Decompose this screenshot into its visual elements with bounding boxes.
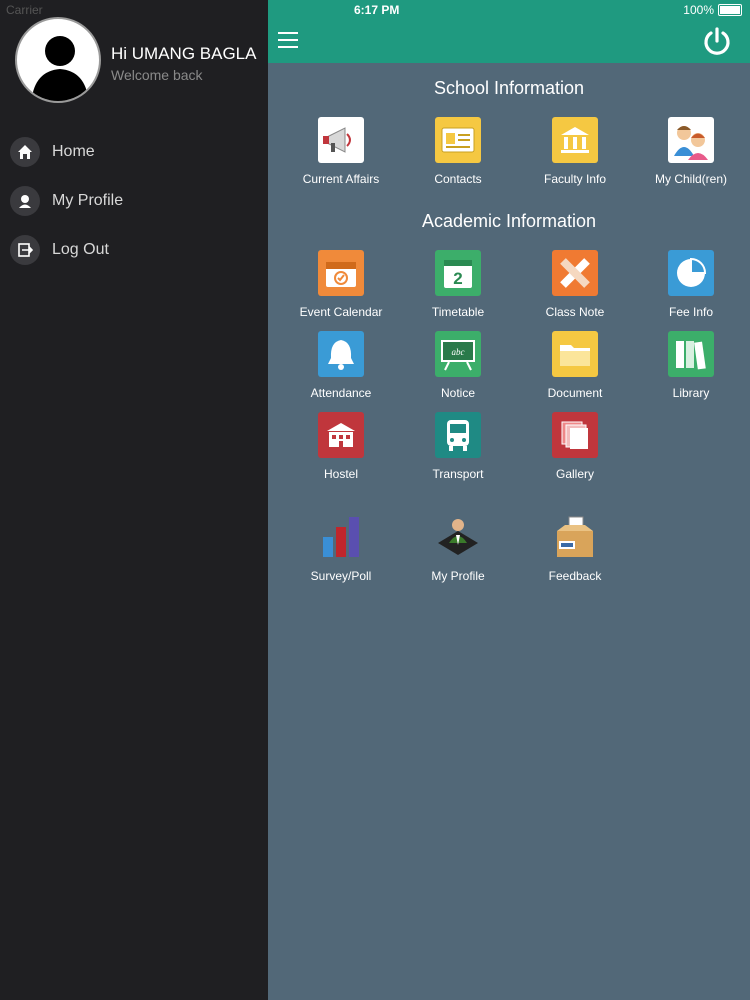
bus-icon bbox=[435, 412, 481, 458]
tile-label: Timetable bbox=[431, 305, 485, 319]
sidebar-item-label: Log Out bbox=[52, 241, 109, 258]
children-icon bbox=[668, 117, 714, 163]
status-time: 6:17 PM bbox=[354, 3, 400, 17]
sidebar-item-label: Home bbox=[52, 143, 95, 160]
tile-hostel[interactable]: Hostel bbox=[282, 412, 400, 481]
sidebar-item-label: My Profile bbox=[52, 192, 124, 209]
home-icon bbox=[10, 137, 40, 167]
tile-label: Gallery bbox=[555, 467, 594, 481]
tile-label: My Profile bbox=[431, 569, 485, 583]
tile-transport[interactable]: Transport bbox=[399, 412, 517, 481]
tile-label: Class Note bbox=[545, 305, 605, 319]
main-panel: School Information Current Affairs Conta… bbox=[268, 0, 750, 1000]
tile-survey-poll[interactable]: Survey/Poll bbox=[282, 514, 400, 583]
sidebar-item-home[interactable]: Home bbox=[10, 136, 95, 168]
folder-icon bbox=[552, 331, 598, 377]
tile-label: Hostel bbox=[323, 467, 358, 481]
tile-my-children[interactable]: My Child(ren) bbox=[632, 117, 750, 186]
bell-icon bbox=[318, 331, 364, 377]
tile-event-calendar[interactable]: Event Calendar bbox=[282, 250, 400, 319]
calendar-icon bbox=[318, 250, 364, 296]
avatar-silhouette-icon bbox=[31, 36, 89, 101]
carrier-label: Carrier bbox=[6, 3, 43, 17]
battery-icon bbox=[718, 4, 742, 16]
battery-indicator: 100% bbox=[683, 3, 742, 17]
battery-percent: 100% bbox=[683, 3, 714, 17]
tile-label: My Child(ren) bbox=[654, 172, 727, 186]
logout-icon bbox=[10, 235, 40, 265]
pie-chart-icon bbox=[668, 250, 714, 296]
avatar[interactable] bbox=[15, 17, 101, 103]
tile-label: Event Calendar bbox=[299, 305, 383, 319]
tile-attendance[interactable]: Attendance bbox=[282, 331, 400, 400]
tile-faculty-info[interactable]: Faculty Info bbox=[516, 117, 634, 186]
menu-icon[interactable] bbox=[278, 32, 298, 48]
tile-label: Contacts bbox=[434, 172, 482, 186]
tile-label: Feedback bbox=[548, 569, 602, 583]
user-greeting: Hi UMANG BAGLA bbox=[111, 44, 257, 63]
timetable-icon: 2 bbox=[435, 250, 481, 296]
tile-current-affairs[interactable]: Current Affairs bbox=[282, 117, 400, 186]
sidebar-item-my-profile[interactable]: My Profile bbox=[10, 185, 123, 217]
tile-notice[interactable]: abc Notice bbox=[399, 331, 517, 400]
chalkboard-icon: abc bbox=[435, 331, 481, 377]
gallery-icon bbox=[552, 412, 598, 458]
tile-library[interactable]: Library bbox=[632, 331, 750, 400]
tile-label: Notice bbox=[440, 386, 475, 400]
tile-class-note[interactable]: Class Note bbox=[516, 250, 634, 319]
ballot-box-icon bbox=[552, 514, 598, 560]
books-icon bbox=[668, 331, 714, 377]
tile-contacts[interactable]: Contacts bbox=[399, 117, 517, 186]
hostel-icon bbox=[318, 412, 364, 458]
pencil-ruler-icon bbox=[552, 250, 598, 296]
tile-label: Attendance bbox=[310, 386, 372, 400]
school-information-title: School Information bbox=[433, 78, 585, 98]
tile-label: Survey/Poll bbox=[310, 569, 372, 583]
tile-gallery[interactable]: Gallery bbox=[516, 412, 634, 481]
tile-my-profile[interactable]: My Profile bbox=[399, 514, 517, 583]
status-bar: Carrier 6:17 PM 100% bbox=[0, 0, 750, 20]
user-icon bbox=[10, 186, 40, 216]
megaphone-icon bbox=[318, 117, 364, 163]
tile-document[interactable]: Document bbox=[516, 331, 634, 400]
tile-label: Transport bbox=[432, 467, 484, 481]
tile-label: Fee Info bbox=[668, 305, 714, 319]
tile-fee-info[interactable]: Fee Info bbox=[632, 250, 750, 319]
tile-feedback[interactable]: Feedback bbox=[516, 514, 634, 583]
building-icon bbox=[552, 117, 598, 163]
academic-information-title: Academic Information bbox=[421, 211, 597, 231]
welcome-text: Welcome back bbox=[111, 67, 203, 83]
svg-text:2: 2 bbox=[453, 269, 462, 288]
tile-label: Faculty Info bbox=[543, 172, 607, 186]
bar-chart-icon bbox=[318, 514, 364, 560]
tile-label: Document bbox=[547, 386, 603, 400]
svg-text:abc: abc bbox=[452, 347, 465, 357]
profile-person-icon bbox=[435, 514, 481, 560]
contact-card-icon bbox=[435, 117, 481, 163]
sidebar-item-log-out[interactable]: Log Out bbox=[10, 234, 109, 266]
sidebar: Hi UMANG BAGLA Welcome back Home My Prof… bbox=[0, 0, 268, 1000]
tile-label: Library bbox=[672, 386, 710, 400]
tile-timetable[interactable]: 2 Timetable bbox=[399, 250, 517, 319]
power-icon[interactable] bbox=[702, 26, 732, 56]
tile-label: Current Affairs bbox=[302, 172, 380, 186]
